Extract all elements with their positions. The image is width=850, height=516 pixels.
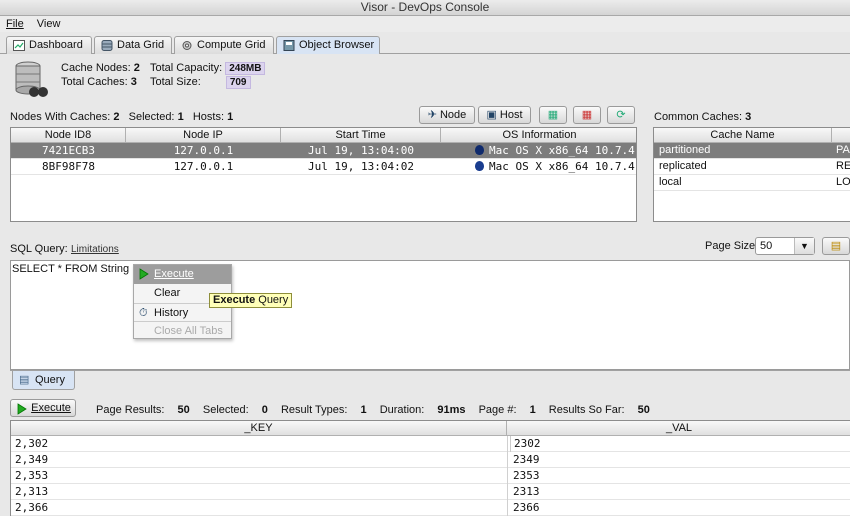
total-size: Total Size: 709 — [150, 76, 251, 89]
tab-object-browser[interactable]: Object Browser — [276, 36, 380, 54]
window-title: Visor - DevOps Console — [0, 0, 850, 16]
sql-query-text: SELECT * FROM String — [12, 263, 130, 275]
execute-button[interactable]: Execute — [10, 399, 76, 417]
object-browser-icon — [283, 40, 295, 51]
capacity-badge: 248MB — [225, 62, 266, 75]
table-row[interactable]: replicated REP — [654, 159, 850, 175]
table-row[interactable]: 2,353 2353 — [11, 468, 850, 484]
caches-table: Cache Name partitioned PAR replicated RE… — [653, 127, 850, 222]
limitations-link[interactable]: Limitations — [71, 244, 119, 255]
play-icon — [17, 403, 27, 415]
add-query-tab-button[interactable]: ▤ — [822, 237, 850, 255]
main-tabs: Dashboard Data Grid Compute Grid Object … — [0, 34, 850, 54]
table-row[interactable]: 2,366 2366 — [11, 500, 850, 516]
total-capacity: Total Capacity: 248MB — [150, 62, 266, 75]
header-start-time[interactable]: Start Time — [281, 128, 441, 143]
clear-selection-button[interactable]: ▦ — [573, 106, 601, 124]
apple-icon — [475, 161, 484, 171]
history-icon: ⏱ — [139, 307, 148, 319]
tab-dashboard[interactable]: Dashboard — [6, 36, 92, 54]
tab-data-grid[interactable]: Data Grid — [94, 36, 172, 54]
table-row[interactable]: partitioned PAR — [654, 143, 850, 159]
table-row[interactable]: 2,349 2349 — [11, 452, 850, 468]
table-row[interactable]: 2,302 2302 — [11, 436, 850, 452]
data-grid-icon — [101, 40, 113, 51]
table-row[interactable]: 2,313 2313 — [11, 484, 850, 500]
menu-view[interactable]: View — [37, 16, 61, 32]
header-node-id[interactable]: Node ID8 — [11, 128, 126, 143]
results-table: _KEY _VAL 2,302 2302 2,349 2349 2,353 23… — [10, 420, 850, 516]
nodes-table: Node ID8 Node IP Start Time OS Informati… — [10, 127, 637, 222]
grid-add-icon: ▦ — [547, 109, 559, 121]
database-binoculars-icon — [15, 61, 48, 97]
page-size-select[interactable]: 50 ▼ — [755, 237, 815, 255]
execute-tooltip: Execute Query — [209, 293, 293, 308]
host-button[interactable]: ▣ Host — [478, 106, 531, 124]
common-caches: Common Caches: 3 — [654, 111, 752, 123]
apple-icon — [475, 145, 484, 155]
refresh-button[interactable]: ⟳ — [607, 106, 635, 124]
table-row[interactable]: 7421ECB3 127.0.0.1 Jul 19, 13:04:00 Mac … — [11, 143, 636, 159]
page-size-label: Page Size: — [705, 240, 759, 252]
header-cache-mode[interactable] — [832, 128, 850, 143]
compute-grid-icon — [182, 41, 192, 50]
sql-query-label: SQL Query: — [10, 243, 68, 255]
dashboard-icon — [13, 40, 25, 51]
menu-item-close-all-tabs[interactable]: Close All Tabs — [134, 321, 231, 340]
results-status: Page Results: 50 Selected: 0 Result Type… — [96, 404, 650, 416]
menu-file[interactable]: File — [6, 16, 24, 32]
chevron-down-icon: ▼ — [794, 238, 814, 254]
header-key[interactable]: _KEY — [11, 421, 507, 436]
select-all-button[interactable]: ▦ — [539, 106, 567, 124]
table-row[interactable]: 8BF98F78 127.0.0.1 Jul 19, 13:04:02 Mac … — [11, 159, 636, 175]
header-node-ip[interactable]: Node IP — [126, 128, 281, 143]
grid-remove-icon: ▦ — [581, 109, 593, 121]
tab-query[interactable]: ▤ Query — [12, 371, 75, 390]
menu-bar: File View — [0, 16, 850, 32]
menu-item-execute[interactable]: Execute — [134, 265, 231, 284]
header-val[interactable]: _VAL — [507, 421, 850, 436]
header-cache-name[interactable]: Cache Name — [654, 128, 832, 143]
query-tab-icon: ▤ — [19, 374, 30, 386]
header-os-info[interactable]: OS Information — [441, 128, 636, 143]
add-tab-icon: ▤ — [830, 240, 842, 252]
node-icon: ✈ — [427, 109, 437, 121]
table-row[interactable]: local LOC — [654, 175, 850, 191]
host-icon: ▣ — [486, 109, 497, 121]
node-button[interactable]: ✈ Node — [419, 106, 475, 124]
refresh-icon: ⟳ — [616, 109, 626, 121]
cache-nodes: Cache Nodes: 2 — [61, 62, 140, 74]
tab-compute-grid[interactable]: Compute Grid — [174, 36, 274, 54]
nodes-status: Nodes With Caches: 2 Selected: 1 Hosts: … — [10, 111, 234, 123]
size-badge: 709 — [225, 76, 251, 89]
total-caches: Total Caches: 3 — [61, 76, 137, 88]
play-icon — [139, 268, 149, 280]
